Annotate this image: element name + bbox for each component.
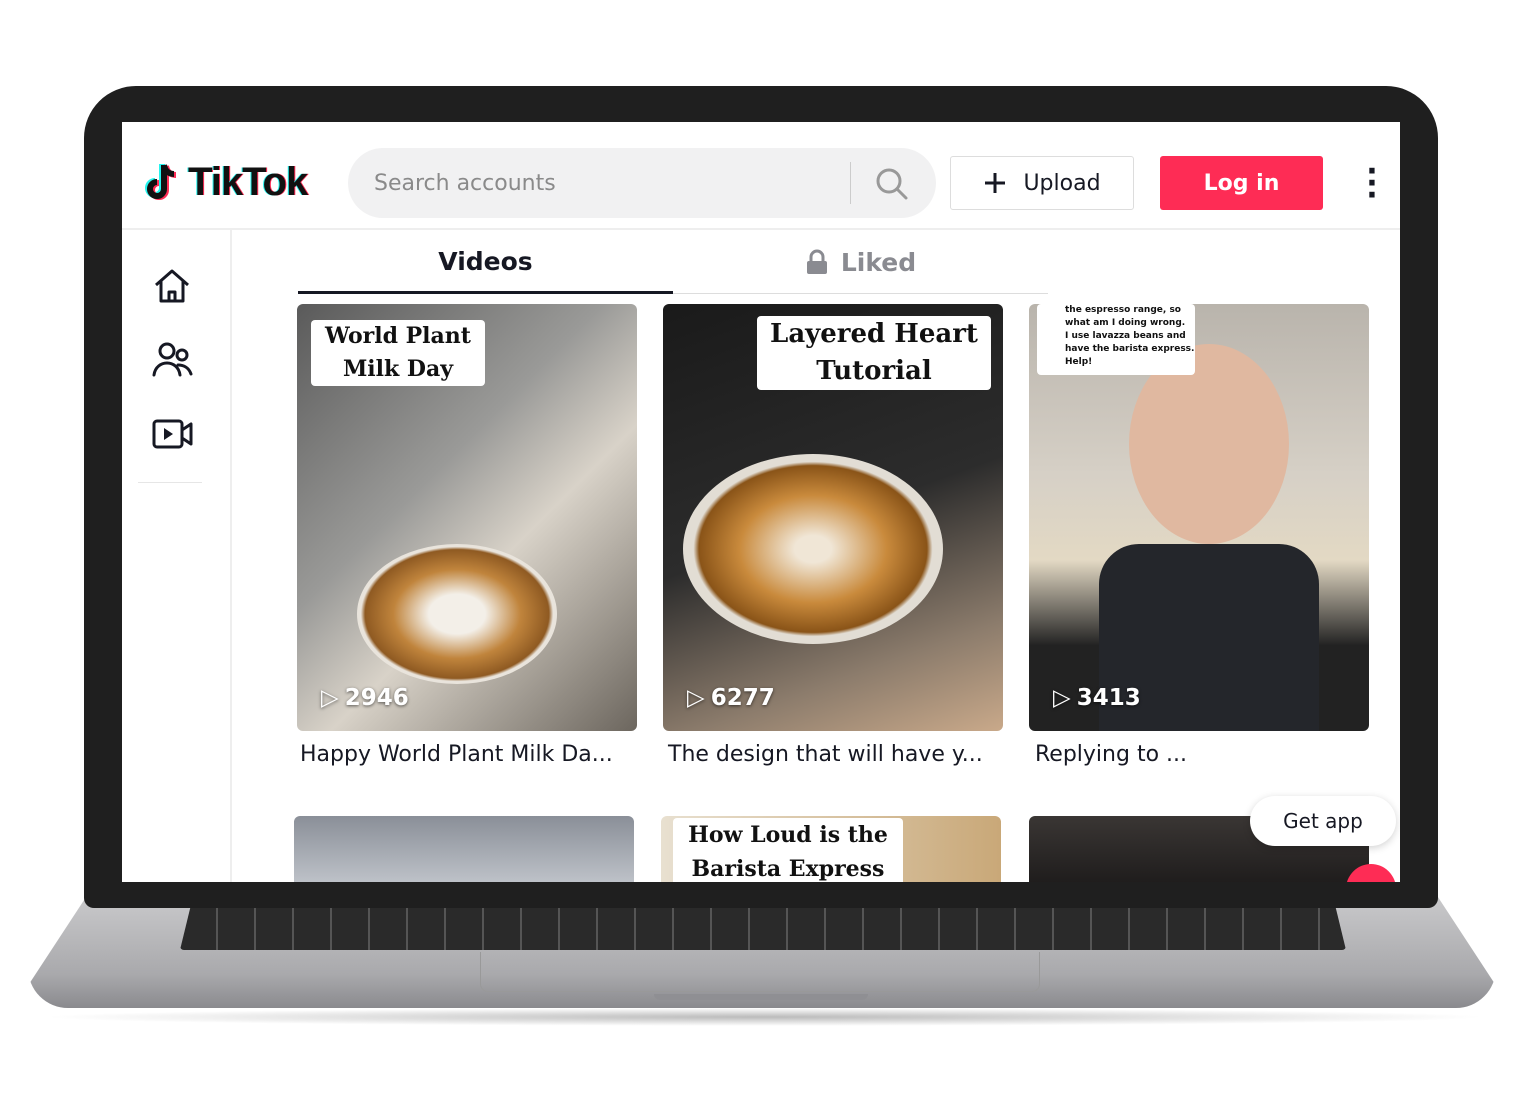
play-icon: ▷ xyxy=(321,685,339,711)
laptop-notch xyxy=(654,994,868,1000)
video-caption[interactable]: Replying to ... xyxy=(1035,742,1375,767)
following-icon[interactable] xyxy=(152,340,194,380)
video-card[interactable]: the espresso range, so what am I doing wr… xyxy=(1029,304,1369,731)
search-icon[interactable] xyxy=(874,166,910,202)
search-input[interactable] xyxy=(374,148,824,218)
play-count: ▷ 6277 xyxy=(687,685,775,711)
upload-label: Upload xyxy=(1023,170,1101,196)
home-icon[interactable] xyxy=(152,266,192,306)
header: TikTok Upload Log in ··· xyxy=(122,122,1400,230)
keyboard xyxy=(180,902,1346,950)
play-count: ▷ 3413 xyxy=(1053,685,1141,711)
video-overlay-text: the espresso range, so what am I doing wr… xyxy=(1037,304,1195,375)
video-card[interactable]: How Loud is the Barista Express xyxy=(661,816,1001,882)
video-caption[interactable]: Happy World Plant Milk Da... xyxy=(300,742,640,767)
sidebar-divider xyxy=(138,482,202,483)
tiktok-note-icon xyxy=(145,163,177,200)
live-video-icon[interactable] xyxy=(152,416,194,452)
tab-label: Liked xyxy=(840,247,917,277)
screen: TikTok Upload Log in ··· Videos Liked Wo… xyxy=(122,122,1400,882)
tab-videos[interactable]: Videos xyxy=(298,232,673,294)
get-app-button[interactable]: Get app xyxy=(1250,796,1396,846)
video-card[interactable]: Layered Heart Tutorial ▷ 6277 xyxy=(663,304,1003,731)
logo-text: TikTok xyxy=(188,160,308,204)
play-icon: ▷ xyxy=(1053,685,1071,711)
tab-liked[interactable]: Liked xyxy=(673,232,1048,292)
search-bar xyxy=(348,148,936,218)
tiktok-logo[interactable]: TikTok xyxy=(142,160,308,205)
video-overlay-text: How Loud is the Barista Express xyxy=(673,818,903,882)
sidebar xyxy=(122,230,232,882)
video-card[interactable]: World Plant Milk Day ▷ 2946 xyxy=(297,304,637,731)
video-thumbnail xyxy=(357,544,557,684)
video-thumbnail xyxy=(683,454,943,644)
login-button[interactable]: Log in xyxy=(1160,156,1323,210)
plus-icon xyxy=(985,173,1006,193)
video-caption[interactable]: The design that will have y... xyxy=(668,742,1008,767)
play-count: ▷ 2946 xyxy=(321,685,409,711)
video-overlay-text: Layered Heart Tutorial xyxy=(757,316,991,390)
search-divider xyxy=(850,162,851,204)
laptop-shadow xyxy=(40,1008,1490,1026)
video-overlay-text: World Plant Milk Day xyxy=(311,320,485,386)
more-options-icon[interactable]: · · · xyxy=(1362,157,1382,211)
get-app-label: Get app xyxy=(1283,809,1363,833)
play-icon: ▷ xyxy=(687,685,705,711)
upload-button[interactable]: Upload xyxy=(950,156,1134,210)
profile-tabs: Videos Liked xyxy=(298,232,1048,294)
trackpad xyxy=(480,952,1040,992)
lock-icon xyxy=(806,249,827,274)
login-label: Log in xyxy=(1203,170,1280,196)
video-card[interactable] xyxy=(294,816,634,882)
tab-label: Videos xyxy=(438,247,533,276)
